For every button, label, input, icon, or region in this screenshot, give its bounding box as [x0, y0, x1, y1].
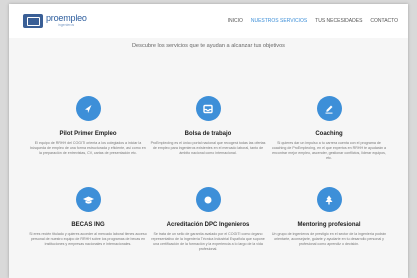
service-coaching[interactable]: Coaching Si quieres dar un impulso a tu … [270, 96, 388, 161]
main-nav: INICIO NUESTROS SERVICIOS TUS NECESIDADE… [228, 18, 398, 24]
service-description: Se trata de un sello de garantía avalado… [151, 232, 265, 252]
page-frame: proempleo ingenieros INICIO NUESTROS SER… [9, 4, 408, 278]
graduation-cap-icon [82, 196, 94, 204]
service-title: Coaching [315, 131, 343, 137]
service-title: Pilot Primer Empleo [59, 131, 117, 137]
inbox-icon [203, 104, 213, 113]
service-mentoring-profesional[interactable]: Mentoring profesional Un grupo de ingeni… [270, 187, 388, 247]
tree-icon [325, 195, 333, 204]
service-icon-circle [75, 96, 101, 121]
logo-subtitle: ingenieros [58, 23, 75, 28]
logo-mark-icon [23, 14, 43, 28]
service-pilot-primer-empleo[interactable]: Pilot Primer Empleo El equipo de RRHH de… [29, 96, 147, 156]
service-acreditacion-dpc[interactable]: Acreditación DPC Ingenieros Se trata de … [149, 187, 267, 252]
paper-plane-icon [85, 104, 92, 113]
nav-item-nuestros-servicios[interactable]: NUESTROS SERVICIOS [251, 18, 307, 24]
logo-name: proempleo [46, 13, 87, 24]
site-logo[interactable]: proempleo ingenieros [23, 13, 87, 29]
service-title: BECAS ING [71, 222, 105, 228]
nav-item-tus-necesidades[interactable]: TUS NECESIDADES [315, 18, 362, 24]
service-becas-ing[interactable]: BECAS ING Si eres recién titulado y quie… [29, 187, 147, 247]
nav-item-contacto[interactable]: CONTACTO [370, 18, 398, 24]
service-description: Si quieres dar un impulso a tu carrera c… [271, 141, 387, 161]
service-icon-circle [195, 187, 221, 212]
service-icon-circle [316, 96, 342, 121]
service-description: Si eres recién titulado y quieres accede… [29, 232, 147, 247]
intro-text: Descubre los servicios que te ayudan a a… [132, 43, 285, 49]
service-icon-circle [75, 187, 101, 212]
service-title: Mentoring profesional [297, 222, 361, 228]
service-description: ProEmpleoIng es el único portal nacional… [150, 141, 266, 156]
service-icon-circle [195, 96, 221, 121]
top-navigation-bar: proempleo ingenieros INICIO NUESTROS SER… [9, 4, 408, 38]
badge-circle-icon [204, 196, 212, 203]
pencil-icon [325, 105, 333, 114]
service-icon-circle [316, 187, 342, 212]
service-description: Un grupo de ingenieros de prestigio en e… [271, 232, 387, 247]
service-title: Bolsa de trabajo [184, 131, 232, 137]
service-bolsa-de-trabajo[interactable]: Bolsa de trabajo ProEmpleoIng es el únic… [149, 96, 267, 156]
nav-item-inicio[interactable]: INICIO [228, 18, 243, 24]
service-title: Acreditación DPC Ingenieros [166, 222, 250, 228]
service-description: El equipo de RRHH del COGITI orienta a l… [30, 141, 146, 156]
